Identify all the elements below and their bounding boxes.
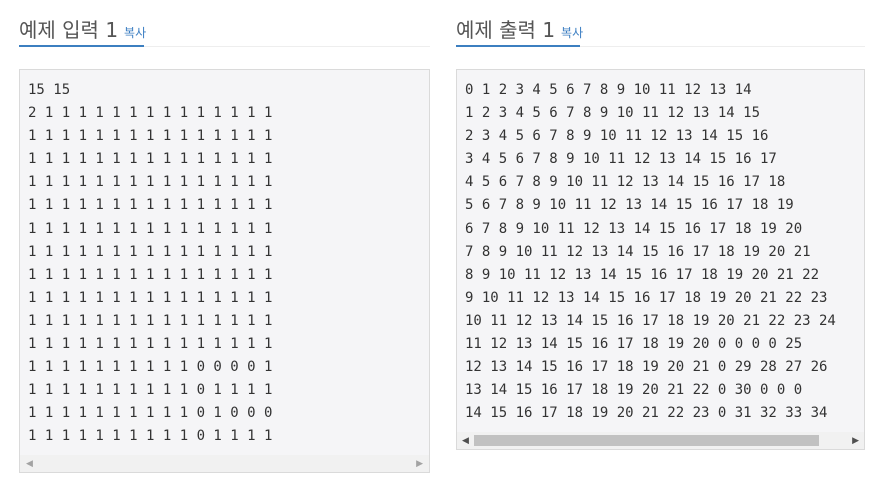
sample-output-heading: 예제 출력 1 복사: [456, 14, 583, 43]
sample-output-text: 0 1 2 3 4 5 6 7 8 9 10 11 12 13 14 1 2 3…: [457, 70, 864, 425]
text-line: 1 1 1 1 1 1 1 1 1 1 0 1 0 0 0: [28, 405, 273, 422]
text-line: 5 6 7 8 9 10 11 12 13 14 15 16 17 18 19: [465, 197, 794, 214]
text-line: 13 14 15 16 17 18 19 20 21 22 0 30 0 0 0: [465, 382, 803, 399]
text-line: 1 1 1 1 1 1 1 1 1 1 0 0 0 0 1: [28, 359, 273, 376]
sample-output-box[interactable]: 0 1 2 3 4 5 6 7 8 9 10 11 12 13 14 1 2 3…: [456, 69, 865, 450]
text-line: 10 11 12 13 14 15 16 17 18 19 20 21 22 2…: [465, 312, 836, 329]
sample-input-title: 예제 입력 1: [19, 18, 119, 42]
text-line: 15 15: [28, 82, 71, 98]
text-line: 12 13 14 15 16 17 18 19 20 21 0 29 28 27…: [465, 359, 828, 376]
text-line: 1 1 1 1 1 1 1 1 1 1 1 1 1 1 1: [28, 266, 273, 283]
heading-underline: [456, 45, 580, 47]
horizontal-scrollbar[interactable]: ◀ ▶: [20, 455, 429, 472]
text-line: 1 1 1 1 1 1 1 1 1 1 1 1 1 1 1: [28, 312, 273, 329]
sample-output-copy-button[interactable]: 복사: [561, 26, 583, 40]
scroll-left-icon[interactable]: ◀: [462, 434, 469, 446]
text-line: 4 5 6 7 8 9 10 11 12 13 14 15 16 17 18: [465, 174, 786, 191]
sample-input-header: 예제 입력 1 복사: [19, 0, 430, 47]
horizontal-scrollbar[interactable]: ◀ ▶: [457, 432, 864, 449]
text-line: 3 4 5 6 7 8 9 10 11 12 13 14 15 16 17: [465, 151, 777, 168]
sample-input-copy-button[interactable]: 복사: [124, 26, 146, 40]
text-line: 1 1 1 1 1 1 1 1 1 1 0 1 1 1 1: [28, 382, 273, 399]
sample-output-header: 예제 출력 1 복사: [456, 0, 865, 47]
text-line: 11 12 13 14 15 16 17 18 19 20 0 0 0 0 25: [465, 336, 803, 353]
text-line: 8 9 10 11 12 13 14 15 16 17 18 19 20 21 …: [465, 266, 820, 283]
sample-input-panel: 예제 입력 1 복사: [19, 0, 430, 47]
scrollbar-thumb[interactable]: [474, 435, 819, 446]
text-line: 6 7 8 9 10 11 12 13 14 15 16 17 18 19 20: [465, 220, 803, 237]
sample-output-panel: 예제 출력 1 복사: [456, 0, 865, 47]
scroll-left-icon[interactable]: ◀: [26, 457, 33, 469]
text-line: 1 1 1 1 1 1 1 1 1 1 1 1 1 1 1: [28, 243, 273, 260]
sample-output-title: 예제 출력 1: [456, 18, 556, 42]
sample-input-text: 15 15 2 1 1 1 1 1 1 1 1 1 1 1 1 1 1 1 1 …: [20, 70, 429, 449]
text-line: 1 1 1 1 1 1 1 1 1 1 1 1 1 1 1: [28, 174, 273, 191]
text-line: 1 1 1 1 1 1 1 1 1 1 1 1 1 1 1: [28, 151, 273, 168]
text-line: 9 10 11 12 13 14 15 16 17 18 19 20 21 22…: [465, 289, 828, 306]
sample-input-box[interactable]: 15 15 2 1 1 1 1 1 1 1 1 1 1 1 1 1 1 1 1 …: [19, 69, 430, 473]
text-line: 1 1 1 1 1 1 1 1 1 1 1 1 1 1 1: [28, 289, 273, 306]
scroll-right-icon[interactable]: ▶: [416, 457, 423, 469]
text-line: 1 1 1 1 1 1 1 1 1 1 1 1 1 1 1: [28, 220, 273, 237]
scroll-right-icon[interactable]: ▶: [852, 434, 859, 446]
text-line: 1 1 1 1 1 1 1 1 1 1 0 1 1 1 1: [28, 428, 273, 445]
text-line: 7 8 9 10 11 12 13 14 15 16 17 18 19 20 2…: [465, 243, 811, 260]
text-line: 14 15 16 17 18 19 20 21 22 23 0 31 32 33…: [465, 405, 828, 422]
heading-underline: [19, 45, 144, 47]
text-line: 1 1 1 1 1 1 1 1 1 1 1 1 1 1 1: [28, 336, 273, 353]
sample-input-heading: 예제 입력 1 복사: [19, 14, 146, 43]
text-line: 0 1 2 3 4 5 6 7 8 9 10 11 12 13 14: [465, 82, 752, 98]
text-line: 2 3 4 5 6 7 8 9 10 11 12 13 14 15 16: [465, 128, 769, 145]
text-line: 1 2 3 4 5 6 7 8 9 10 11 12 13 14 15: [465, 105, 761, 122]
text-line: 1 1 1 1 1 1 1 1 1 1 1 1 1 1 1: [28, 128, 273, 145]
text-line: 1 1 1 1 1 1 1 1 1 1 1 1 1 1 1: [28, 197, 273, 214]
text-line: 2 1 1 1 1 1 1 1 1 1 1 1 1 1 1: [28, 105, 273, 122]
